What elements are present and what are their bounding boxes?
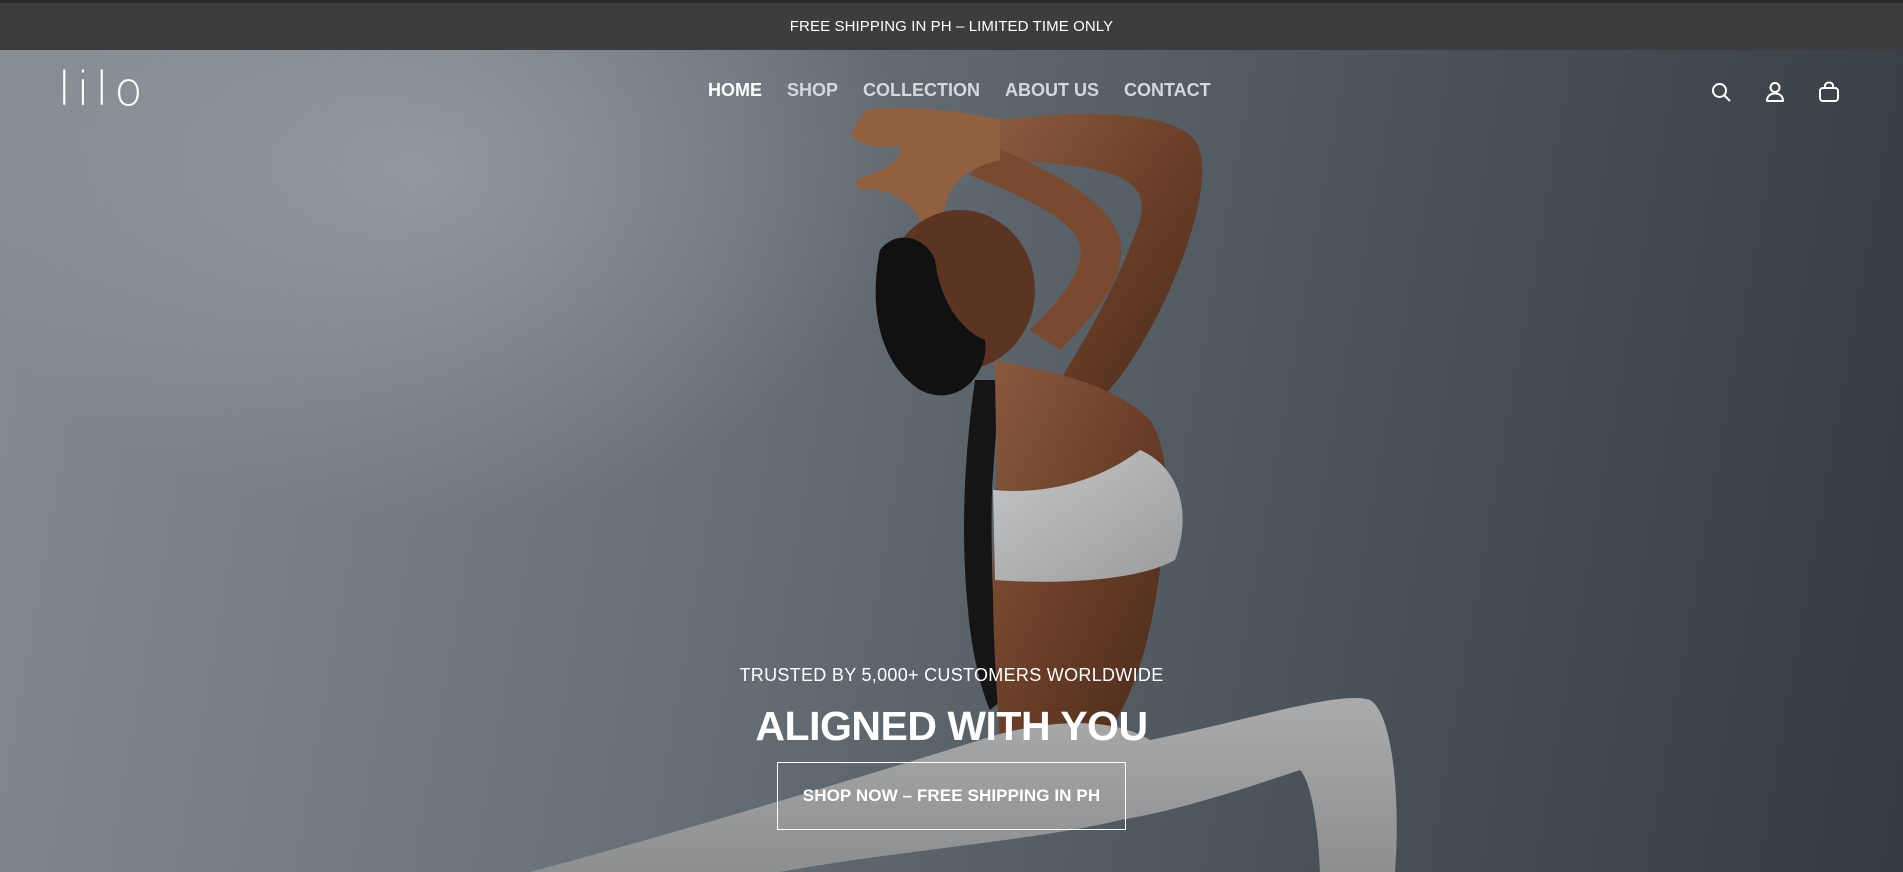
announcement-bar: FREE SHIPPING IN PH – LIMITED TIME ONLY — [0, 0, 1903, 50]
hero-title: ALIGNED WITH YOU — [755, 703, 1148, 749]
cart-icon[interactable] — [1817, 80, 1841, 104]
hero-eyebrow: TRUSTED BY 5,000+ CUSTOMERS WORLDWIDE — [739, 665, 1164, 685]
header-icons — [1709, 80, 1841, 104]
nav-collection[interactable]: COLLECTION — [863, 80, 980, 101]
account-icon[interactable] — [1763, 80, 1787, 104]
announcement-text: FREE SHIPPING IN PH – LIMITED TIME ONLY — [789, 18, 1114, 35]
search-icon[interactable] — [1709, 80, 1733, 104]
shop-now-button[interactable]: SHOP NOW – FREE SHIPPING IN PH — [777, 762, 1126, 830]
nav-home[interactable]: HOME — [708, 80, 762, 101]
hero-content: TRUSTED BY 5,000+ CUSTOMERS WORLDWIDE AL… — [0, 665, 1903, 830]
site-header: lilo HOME SHOP COLLECTION ABOUT US CONTA… — [0, 50, 1903, 134]
nav-shop[interactable]: SHOP — [787, 80, 838, 101]
nav-contact[interactable]: CONTACT — [1124, 80, 1211, 101]
nav-about-us[interactable]: ABOUT US — [1005, 80, 1099, 101]
logo[interactable]: lilo — [58, 64, 148, 114]
main-nav: HOME SHOP COLLECTION ABOUT US CONTACT — [708, 80, 1211, 101]
